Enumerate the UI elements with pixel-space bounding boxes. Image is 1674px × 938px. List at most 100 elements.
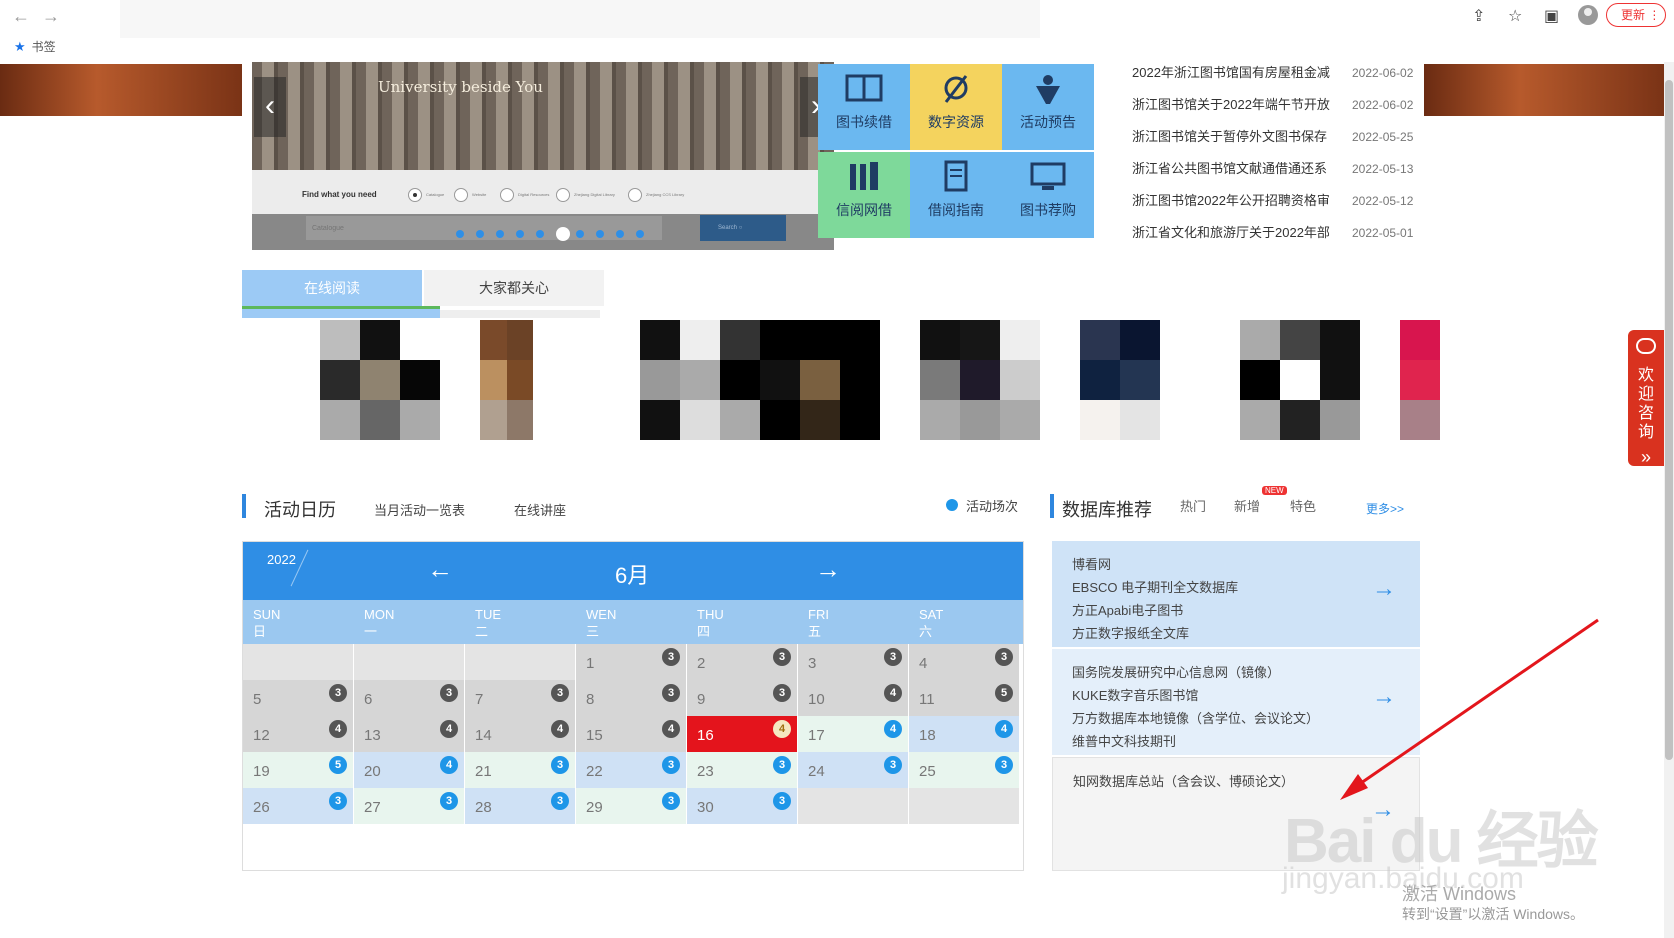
news-item[interactable]: 浙江图书馆2022年公开招聘资格审 2022-05-12 — [1132, 190, 1422, 222]
calendar-day[interactable]: 17 4 — [798, 716, 908, 752]
calendar-day[interactable]: 12 4 — [243, 716, 353, 752]
calendar-day[interactable]: 20 4 — [354, 752, 464, 788]
activate-windows-subtitle: 转到“设置”以激活 Windows。 — [1402, 906, 1585, 922]
quick-tile[interactable]: 借阅指南 — [910, 152, 1002, 238]
side-panel-icon[interactable]: ▣ — [1544, 6, 1559, 26]
calendar-day[interactable]: 73 — [465, 680, 575, 716]
news-item[interactable]: 2022年浙江图书馆国有房屋租金减 2022-06-02 — [1132, 62, 1422, 94]
db-item[interactable]: EBSCO 电子期刊全文数据库 — [1072, 576, 1420, 599]
calendar-day[interactable]: 28 3 — [465, 788, 575, 824]
carousel-dot[interactable] — [556, 227, 570, 241]
carousel-dot[interactable] — [496, 230, 504, 238]
radio-option[interactable] — [628, 188, 642, 202]
news-item[interactable]: 浙江图书馆关于2022年端午节开放 2022-06-02 — [1132, 94, 1422, 126]
book-thumbnail[interactable] — [920, 320, 1040, 440]
db-tab-new[interactable]: 新增 — [1234, 496, 1260, 515]
carousel-dot[interactable] — [636, 230, 644, 238]
scrollbar-thumb[interactable] — [1665, 80, 1673, 760]
news-title[interactable]: 2022年浙江图书馆国有房屋租金减 — [1132, 62, 1330, 84]
radio-option[interactable] — [408, 188, 422, 202]
news-item[interactable]: 浙江图书馆关于暂停外文图书保存 2022-05-25 — [1132, 126, 1422, 158]
monthly-activity-link[interactable]: 当月活动一览表 — [374, 500, 465, 519]
carousel-dot[interactable] — [456, 230, 464, 238]
day-number: 23 — [697, 763, 714, 780]
bookmark-item[interactable]: ★ 书签 — [14, 38, 56, 55]
back-button[interactable]: ← — [12, 6, 30, 27]
tab-everyone-cares[interactable]: 大家都关心 — [424, 270, 604, 306]
book-thumbnail[interactable] — [320, 320, 440, 440]
quick-tile[interactable]: 图书荐购 — [1002, 152, 1094, 238]
calendar-day[interactable]: 13 4 — [354, 716, 464, 752]
calendar-day[interactable]: 53 — [243, 680, 353, 716]
calendar-day[interactable]: 43 — [909, 644, 1019, 680]
db-more-link[interactable]: 更多>> — [1366, 500, 1404, 517]
calendar-day[interactable]: 16 4 — [687, 716, 797, 752]
news-title[interactable]: 浙江图书馆关于2022年端午节开放 — [1132, 94, 1330, 116]
search-button[interactable]: Search ○ — [700, 215, 786, 241]
calendar-day[interactable]: 27 3 — [354, 788, 464, 824]
calendar-day[interactable]: 23 3 — [687, 752, 797, 788]
quick-tile[interactable]: 信阅网借 — [818, 152, 910, 238]
calendar-day[interactable]: 29 3 — [576, 788, 686, 824]
book-thumbnail[interactable] — [1400, 320, 1440, 440]
carousel-dot[interactable] — [576, 230, 584, 238]
calendar-day[interactable]: 11 5 — [909, 680, 1019, 716]
calendar-day[interactable]: 33 — [798, 644, 908, 680]
quick-tile[interactable]: 数字资源 — [910, 64, 1002, 150]
carousel-dot[interactable] — [536, 230, 544, 238]
profile-avatar[interactable] — [1578, 5, 1598, 25]
calendar-day[interactable]: 21 3 — [465, 752, 575, 788]
book-thumbnail[interactable] — [640, 320, 880, 440]
radio-option[interactable] — [556, 188, 570, 202]
carousel-prev-button[interactable]: ‹ — [254, 77, 286, 137]
calendar-day[interactable]: 63 — [354, 680, 464, 716]
news-item[interactable]: 浙江省公共图书馆文献通借通还系 2022-05-13 — [1132, 158, 1422, 190]
search-input[interactable] — [306, 216, 662, 240]
news-title[interactable]: 浙江省文化和旅游厅关于2022年部 — [1132, 222, 1330, 244]
satellite-icon — [944, 75, 968, 103]
calendar-day[interactable]: 10 4 — [798, 680, 908, 716]
db-tab-special[interactable]: 特色 — [1290, 496, 1316, 515]
tab-online-reading[interactable]: 在线阅读 — [242, 270, 422, 306]
arrow-right-icon[interactable]: → — [1372, 577, 1396, 601]
update-button[interactable]: 更新 ⋮ — [1606, 3, 1666, 27]
calendar-day[interactable]: 22 3 — [576, 752, 686, 788]
radio-option[interactable] — [500, 188, 514, 202]
bookmark-star-icon[interactable]: ☆ — [1508, 6, 1522, 26]
quick-tile[interactable]: 图书续借 — [818, 64, 910, 150]
calendar-day[interactable]: 18 4 — [909, 716, 1019, 752]
calendar-day[interactable]: 25 3 — [909, 752, 1019, 788]
news-title[interactable]: 浙江图书馆关于暂停外文图书保存 — [1132, 126, 1327, 148]
calendar-next-button[interactable]: → — [815, 554, 841, 585]
news-title[interactable]: 浙江图书馆2022年公开招聘资格审 — [1132, 190, 1330, 212]
calendar-prev-button[interactable]: ← — [427, 554, 453, 585]
calendar-day[interactable]: 23 — [687, 644, 797, 680]
news-item[interactable]: 浙江省文化和旅游厅关于2022年部 2022-05-01 — [1132, 222, 1422, 254]
carousel-dot[interactable] — [476, 230, 484, 238]
calendar-day[interactable]: 83 — [576, 680, 686, 716]
calendar-day[interactable]: 19 5 — [243, 752, 353, 788]
calendar-day[interactable]: 15 4 — [576, 716, 686, 752]
calendar-day[interactable]: 26 3 — [243, 788, 353, 824]
book-thumbnail[interactable] — [480, 320, 560, 440]
calendar-day[interactable]: 13 — [576, 644, 686, 680]
carousel-dot[interactable] — [616, 230, 624, 238]
calendar-day[interactable]: 93 — [687, 680, 797, 716]
carousel-dot[interactable] — [516, 230, 524, 238]
forward-button[interactable]: → — [42, 6, 60, 27]
radio-option[interactable] — [454, 188, 468, 202]
consult-widget[interactable]: 欢迎咨询 » — [1628, 330, 1664, 467]
book-thumbnail[interactable] — [1240, 320, 1360, 440]
calendar-day[interactable]: 24 3 — [798, 752, 908, 788]
online-lecture-link[interactable]: 在线讲座 — [514, 500, 566, 519]
news-title[interactable]: 浙江省公共图书馆文献通借通还系 — [1132, 158, 1327, 180]
calendar-day[interactable]: 30 3 — [687, 788, 797, 824]
db-item[interactable]: 博看网 — [1072, 553, 1420, 576]
address-bar-area[interactable] — [120, 0, 1040, 38]
carousel-dot[interactable] — [596, 230, 604, 238]
db-tab-hot[interactable]: 热门 — [1180, 496, 1206, 515]
quick-tile[interactable]: 活动预告 — [1002, 64, 1094, 150]
calendar-day[interactable]: 14 4 — [465, 716, 575, 752]
share-icon[interactable]: ⇪ — [1472, 6, 1485, 26]
book-thumbnail[interactable] — [1080, 320, 1160, 440]
